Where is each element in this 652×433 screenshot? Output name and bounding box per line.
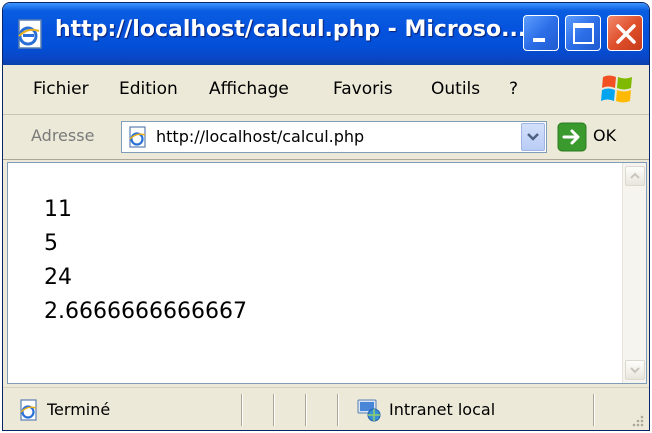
status-bar: Terminé Intranet local <box>3 387 649 430</box>
chevron-down-icon <box>630 367 640 374</box>
output-line: 5 <box>44 231 58 256</box>
menu-favoris[interactable]: Favoris <box>333 79 393 99</box>
security-zone-text: Intranet local <box>389 400 496 419</box>
page-content[interactable]: 11 5 24 2.6666666666667 <box>7 162 647 384</box>
close-icon <box>616 24 636 44</box>
ie-page-icon <box>18 19 42 49</box>
menu-edition[interactable]: Edition <box>119 79 178 99</box>
menu-outils[interactable]: Outils <box>431 79 480 99</box>
menu-fichier[interactable]: Fichier <box>33 79 89 99</box>
menu-affichage[interactable]: Affichage <box>209 79 289 99</box>
status-divider <box>305 394 307 426</box>
status-divider <box>273 394 275 426</box>
address-bar: Adresse http://localhost/calcul.php OK <box>3 116 649 160</box>
minimize-button[interactable] <box>523 15 559 51</box>
page-icon <box>129 126 146 148</box>
vertical-scrollbar[interactable] <box>622 163 646 383</box>
status-divider <box>337 394 339 426</box>
chevron-up-icon <box>630 172 640 179</box>
browser-window: http://localhost/calcul.php - Microso...… <box>2 2 650 431</box>
address-label: Adresse <box>31 126 95 145</box>
window-title: http://localhost/calcul.php - Microso... <box>55 17 527 42</box>
status-divider <box>241 394 243 426</box>
menu-bar: Fichier Edition Affichage Favoris Outils… <box>3 65 649 115</box>
status-divider <box>593 394 595 426</box>
chevron-down-icon <box>527 133 539 141</box>
go-arrow-icon[interactable] <box>557 122 587 152</box>
scroll-down-button[interactable] <box>625 360 645 380</box>
maximize-button[interactable] <box>565 15 601 51</box>
output-line: 2.6666666666667 <box>44 299 247 324</box>
maximize-icon <box>573 23 594 44</box>
output-line: 24 <box>44 265 72 290</box>
resize-grip-icon[interactable] <box>629 412 645 428</box>
windows-logo-icon <box>601 75 632 103</box>
scroll-up-button[interactable] <box>625 166 645 186</box>
title-bar[interactable]: http://localhost/calcul.php - Microso... <box>3 3 649 65</box>
output-line: 11 <box>44 197 72 222</box>
menu-help[interactable]: ? <box>509 79 518 99</box>
address-dropdown-button[interactable] <box>521 123 545 151</box>
address-input[interactable]: http://localhost/calcul.php <box>121 121 547 153</box>
close-button[interactable] <box>607 15 643 51</box>
output-lines: 11 5 24 2.6666666666667 <box>44 193 247 329</box>
page-done-icon <box>20 399 37 421</box>
go-button-label[interactable]: OK <box>593 126 616 145</box>
minimize-icon <box>533 38 545 42</box>
address-url: http://localhost/calcul.php <box>156 127 365 146</box>
intranet-zone-icon <box>357 399 381 422</box>
status-text: Terminé <box>47 400 111 419</box>
